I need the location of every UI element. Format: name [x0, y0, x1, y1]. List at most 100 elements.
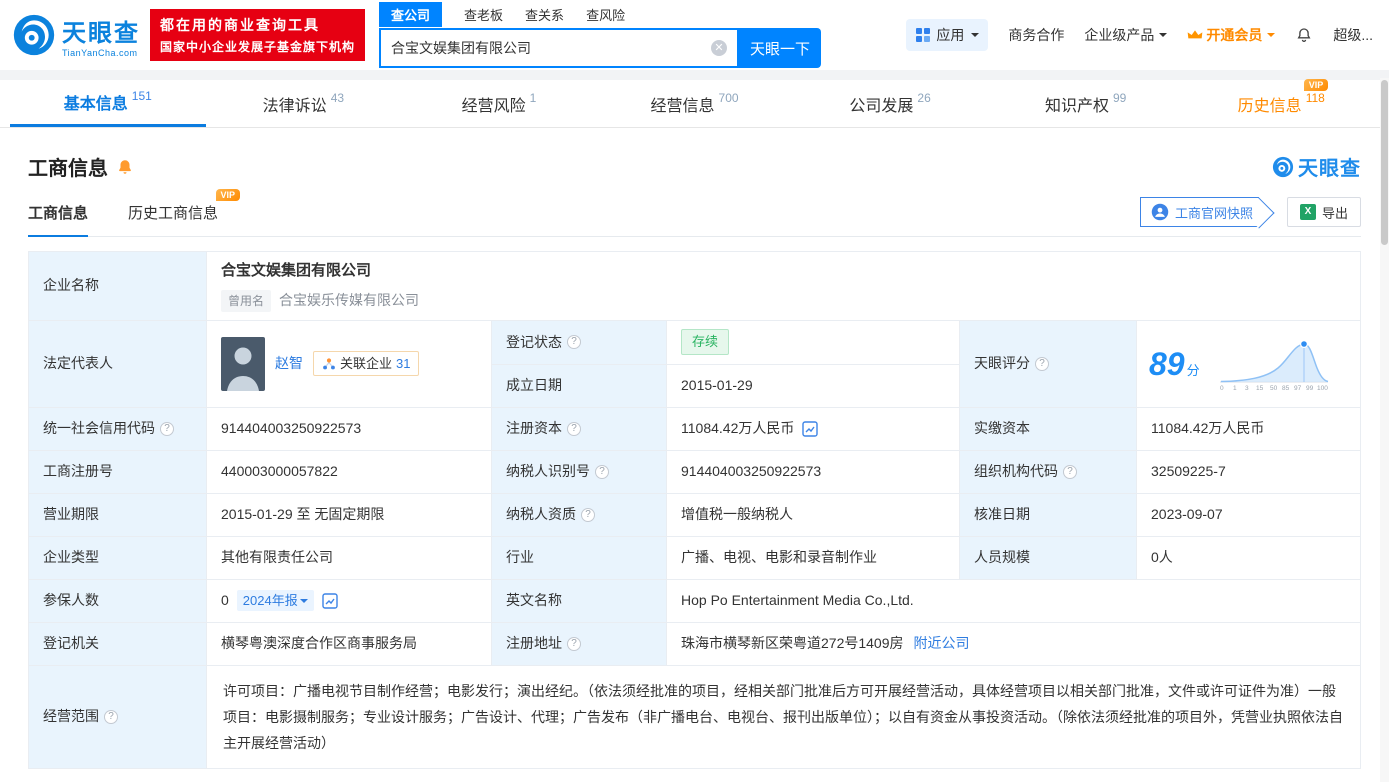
legal-rep-name-link[interactable]: 赵智 [275, 353, 303, 374]
notification-bell-icon[interactable] [1295, 26, 1313, 44]
crown-icon [1187, 30, 1203, 39]
header-divider [0, 70, 1389, 80]
help-icon[interactable] [1063, 464, 1077, 479]
tab-intellectual-property[interactable]: 知识产权 99 [988, 80, 1184, 127]
nav-cooperation[interactable]: 商务合作 [1008, 25, 1064, 45]
field-label-reg-status: 登记状态 [491, 320, 666, 364]
help-icon[interactable] [595, 464, 609, 479]
search-input[interactable] [381, 40, 712, 56]
help-icon[interactable] [567, 636, 581, 651]
nav-vip-label: 开通会员 [1206, 27, 1263, 43]
subscribe-bell-icon[interactable] [116, 158, 134, 176]
taxpayer-quality-cell: 增值税一般纳税人 [666, 493, 959, 536]
tab-operation-risk[interactable]: 经营风险 1 [401, 80, 597, 127]
tab-history-info[interactable]: 历史信息 VIP 118 [1183, 78, 1379, 127]
insured-trend-icon[interactable] [322, 592, 338, 609]
vip-badge: VIP [1303, 78, 1329, 91]
page-scrollbar[interactable] [1380, 78, 1389, 782]
tax-number-cell: 914404003250922573 [666, 450, 959, 493]
nav-open-vip[interactable]: 开通会员 [1187, 25, 1276, 45]
tab-count: 43 [330, 90, 345, 105]
score-curve-chart: 0 1 3 15 50 85 97 99 100 [1219, 339, 1328, 392]
help-icon[interactable] [581, 507, 595, 522]
score-cell[interactable]: 89 分 0 1 3 15 50 85 97 99 100 [1136, 320, 1360, 407]
paid-capital-cell: 11084.42万人民币 [1136, 407, 1360, 450]
business-info-table: 企业名称 合宝文娱集团有限公司 曾用名 合宝娱乐传媒有限公司 法定代表人 赵智 … [28, 251, 1361, 769]
search-tab-boss[interactable]: 查老板 [464, 5, 503, 24]
table-row-insured: 参保人数 0 2024年报 英文名称 Hop Po Entertainment … [29, 579, 1360, 623]
score-value: 89 [1149, 345, 1185, 382]
promo-line1: 都在用的商业查询工具 [160, 17, 320, 33]
tab-count: 700 [718, 90, 739, 105]
tianyancha-logo[interactable]: 天眼查 TianYanCha.com [12, 13, 140, 58]
apps-grid-icon [916, 28, 931, 42]
svg-text:3: 3 [1245, 385, 1249, 392]
logo-text: 天眼查 TianYanCha.com [62, 13, 140, 58]
export-button[interactable]: X 导出 [1286, 197, 1361, 227]
tab-operation-info[interactable]: 经营信息 700 [597, 80, 793, 127]
subtab-business-info[interactable]: 工商信息 [28, 202, 89, 237]
reg-status-cell: 存续 [666, 320, 959, 364]
related-network-icon [323, 357, 335, 369]
official-snapshot-button[interactable]: 工商官网快照 [1139, 197, 1259, 227]
search-tab-relation[interactable]: 查关系 [525, 5, 564, 24]
nav-apps[interactable]: 应用 [906, 19, 989, 51]
svg-text:1: 1 [1233, 385, 1237, 392]
field-label-score: 天眼评分 [959, 320, 1136, 407]
search-tab-company[interactable]: 查公司 [379, 1, 443, 27]
field-label-business-scope: 经营范围 [29, 665, 206, 768]
field-label-approval-date: 核准日期 [959, 493, 1136, 536]
field-label-english-name: 英文名称 [491, 579, 666, 622]
help-icon[interactable] [1035, 356, 1049, 371]
staff-size-cell: 0人 [1136, 536, 1360, 579]
clear-icon[interactable]: ✕ [711, 40, 728, 56]
table-row-capital: 统一社会信用代码 914404003250922573 注册资本 11084.4… [29, 407, 1360, 451]
table-row-company-name: 企业名称 合宝文娱集团有限公司 曾用名 合宝娱乐传媒有限公司 [29, 252, 1360, 321]
field-label-reg-capital: 注册资本 [491, 407, 666, 450]
annual-report-link[interactable]: 2024年报 [236, 589, 314, 612]
credit-code-cell: 914404003250922573 [206, 407, 491, 450]
field-label-industry: 行业 [491, 536, 666, 579]
nearby-companies-link[interactable]: 附近公司 [914, 633, 970, 654]
tab-legal[interactable]: 法律诉讼 43 [206, 80, 402, 127]
svg-text:50: 50 [1270, 385, 1278, 392]
field-label-reg-address: 注册地址 [491, 622, 666, 665]
svg-text:85: 85 [1282, 385, 1290, 392]
subtab-history-business-info[interactable]: VIP 历史工商信息 [128, 189, 241, 236]
score-value-wrap: 89 分 [1149, 340, 1200, 388]
help-icon[interactable] [104, 709, 118, 724]
related-companies-box[interactable]: 关联企业 31 [313, 350, 420, 377]
nav-super[interactable]: 超级... [1333, 25, 1373, 45]
capital-trend-icon[interactable] [802, 420, 819, 437]
table-row-type: 企业类型 其他有限责任公司 行业 广播、电视、电影和录音制作业 人员规模 0人 [29, 536, 1360, 580]
search-button[interactable]: 天眼一下 [739, 28, 822, 68]
search-tab-risk[interactable]: 查风险 [586, 5, 625, 24]
nav-enterprise-label: 企业级产品 [1084, 27, 1155, 43]
field-label-business-term: 营业期限 [29, 493, 206, 536]
chevron-down-icon [1159, 33, 1168, 41]
reg-authority-cell: 横琴粤澳深度合作区商事服务局 [206, 622, 491, 665]
legal-rep-photo[interactable] [221, 336, 265, 391]
search-area: 查公司 查老板 查关系 查风险 ✕ 天眼一下 [379, 1, 822, 68]
svg-text:97: 97 [1294, 385, 1302, 392]
field-label-staff-size: 人员规模 [959, 536, 1136, 579]
chevron-down-icon [299, 598, 308, 607]
scrollbar-thumb[interactable] [1381, 80, 1388, 245]
field-label-reg-number: 工商注册号 [29, 450, 206, 493]
tab-company-development[interactable]: 公司发展 26 [792, 80, 988, 127]
help-icon[interactable] [160, 421, 174, 436]
tab-label: 基本信息 [63, 96, 128, 113]
search-box: ✕ [379, 28, 740, 68]
tab-basic-info[interactable]: 基本信息 151 [10, 80, 206, 127]
field-label-tax-number: 纳税人识别号 [491, 450, 666, 493]
nav-enterprise[interactable]: 企业级产品 [1084, 25, 1168, 45]
help-icon[interactable] [567, 335, 581, 349]
help-icon[interactable] [567, 421, 581, 436]
section-title: 工商信息 [28, 158, 108, 180]
status-badge: 存续 [681, 329, 730, 355]
tab-count: 151 [131, 89, 152, 103]
company-name-cell: 合宝文娱集团有限公司 曾用名 合宝娱乐传媒有限公司 [206, 252, 1360, 320]
tab-count: 118 [1305, 90, 1325, 105]
svg-text:100: 100 [1317, 385, 1328, 392]
table-row-term: 营业期限 2015-01-29 至 无固定期限 纳税人资质 增值税一般纳税人 核… [29, 493, 1360, 537]
